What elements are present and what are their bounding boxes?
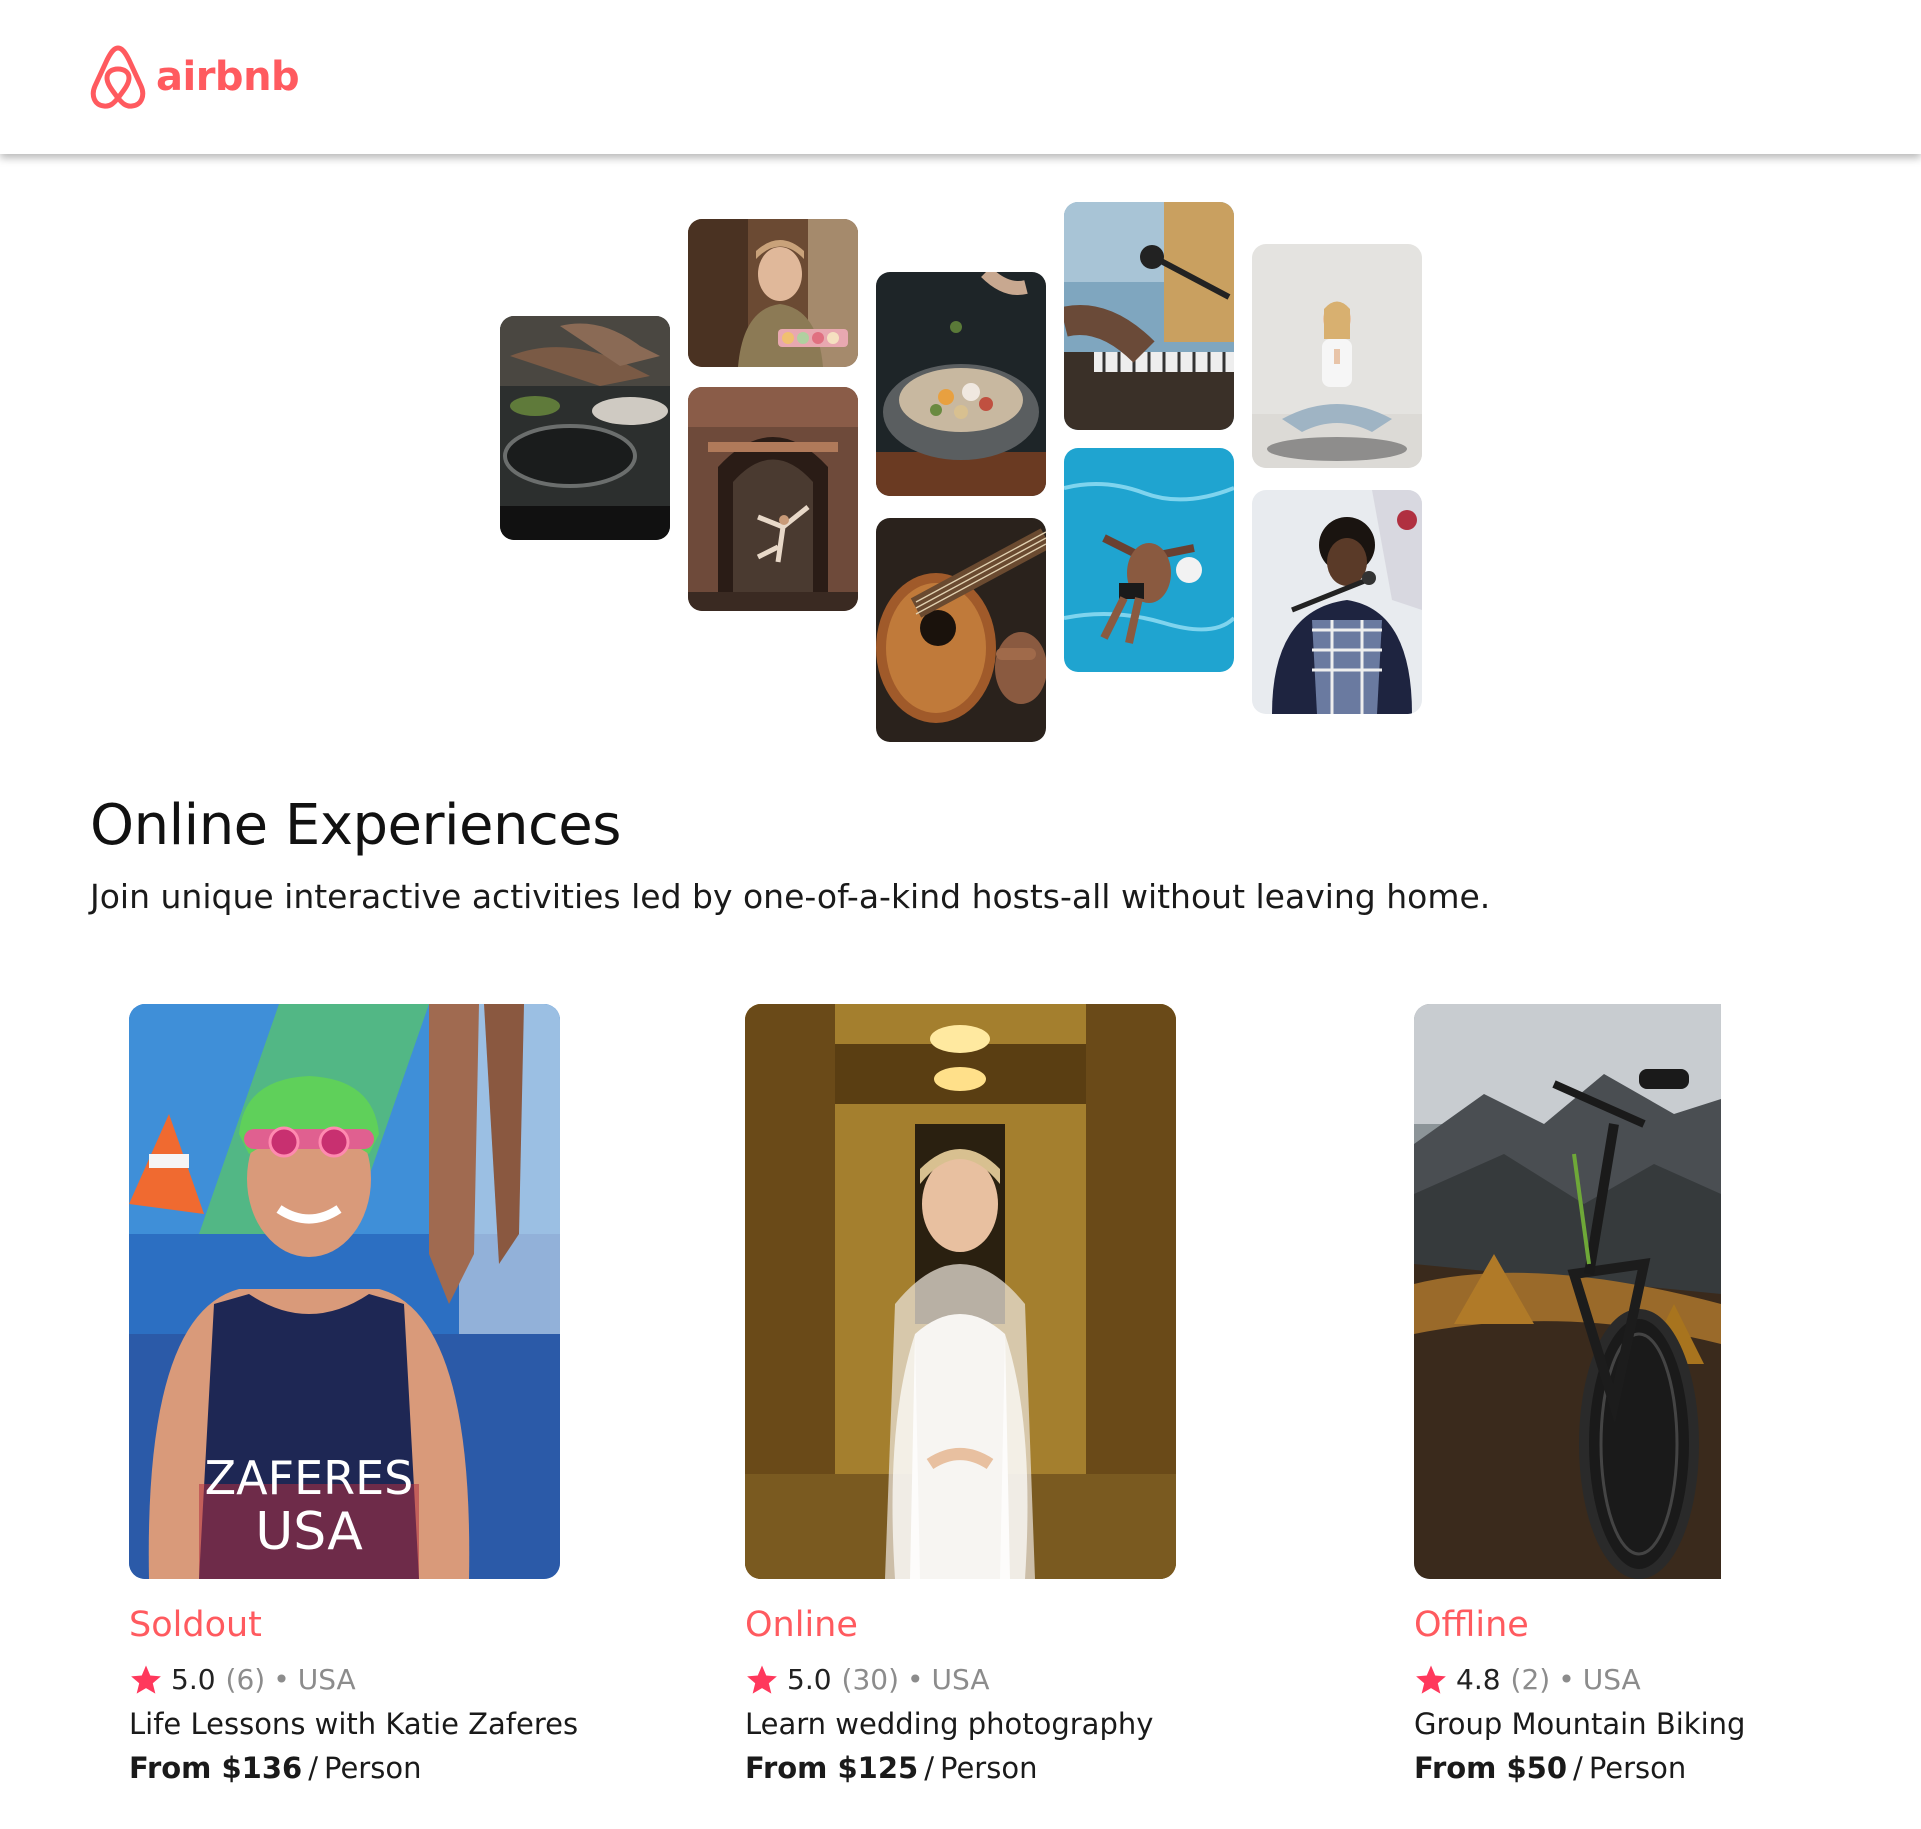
swimmer-in-pool-photo [1064,448,1234,672]
rating-value: 5.0 [787,1663,832,1696]
cooking-pans-photo [500,316,670,540]
rating-row: 5.0 (6) • USA [129,1661,589,1699]
experience-card-wedding-photography[interactable]: Online 5.0 (30) • USA Learn wedding phot… [745,1004,1205,1789]
price-unit: Person [940,1751,1038,1785]
country-label: USA [1582,1663,1641,1696]
hero-photo-collage [0,154,1921,754]
jersey-text-name: ZAFERES [205,1451,414,1505]
price-row: From $125/Person [745,1747,1205,1789]
mountain-bike-photo[interactable] [1414,1004,1721,1579]
price-slash: / [1573,1751,1583,1785]
experience-title[interactable]: Life Lessons with Katie Zaferes [129,1703,589,1745]
bride-photo[interactable] [745,1004,1176,1579]
price-value: From $50 [1414,1751,1568,1785]
country-label: USA [931,1663,990,1696]
review-count: (2) [1510,1663,1551,1696]
price-unit: Person [1588,1751,1687,1785]
rating-row: 5.0 (30) • USA [745,1661,1205,1699]
rating-value: 4.8 [1456,1663,1501,1696]
price-value: From $125 [745,1751,919,1785]
review-count: (6) [225,1663,266,1696]
page-subtitle: Join unique interactive activities led b… [90,877,1491,916]
experience-card-mountain-biking[interactable]: Offline 4.8 (2) • USA Group Mountain Bik… [1414,1004,1874,1789]
star-icon [131,1665,161,1694]
price-row: From $136/Person [129,1747,589,1789]
triathlete-photo[interactable]: ZAFERES USA [129,1004,560,1579]
page-title: Online Experiences [90,793,621,858]
logo-wordmark: airbnb [156,54,300,100]
chef-with-macarons-photo [688,219,858,367]
star-icon [1416,1665,1446,1694]
price-value: From $136 [129,1751,303,1785]
price-slash: / [308,1751,318,1785]
experience-title[interactable]: Group Mountain Biking [1414,1703,1874,1745]
status-badge: Soldout [129,1605,262,1645]
keyboard-microphone-photo [1064,202,1234,430]
price-unit: Person [324,1751,422,1785]
price-row: From $50/Person [1414,1747,1874,1789]
airbnb-logo-icon [90,45,146,109]
yoga-meditation-photo [1252,244,1422,468]
dot-separator: • [273,1663,290,1696]
airbnb-logo-link[interactable]: airbnb [88,44,300,110]
dot-separator: • [1558,1663,1575,1696]
acoustic-guitar-photo [876,518,1046,742]
top-navbar: airbnb [0,0,1921,154]
review-count: (30) [841,1663,900,1696]
star-icon [747,1665,777,1694]
price-slash: / [924,1751,934,1785]
country-label: USA [297,1663,356,1696]
jersey-text-country: USA [255,1502,363,1562]
dancer-in-doorway-photo [688,387,858,611]
rating-row: 4.8 (2) • USA [1414,1661,1874,1699]
status-badge: Offline [1414,1605,1529,1645]
experience-card-katie-zaferes[interactable]: ZAFERES USA Soldout 5.0 (6) • USA Life L… [129,1004,589,1789]
rating-value: 5.0 [171,1663,216,1696]
dot-separator: • [907,1663,924,1696]
experience-title[interactable]: Learn wedding photography [745,1703,1205,1745]
singer-with-microphone-photo [1252,490,1422,714]
status-badge: Online [745,1605,858,1645]
spice-bowl-photo [876,272,1046,496]
